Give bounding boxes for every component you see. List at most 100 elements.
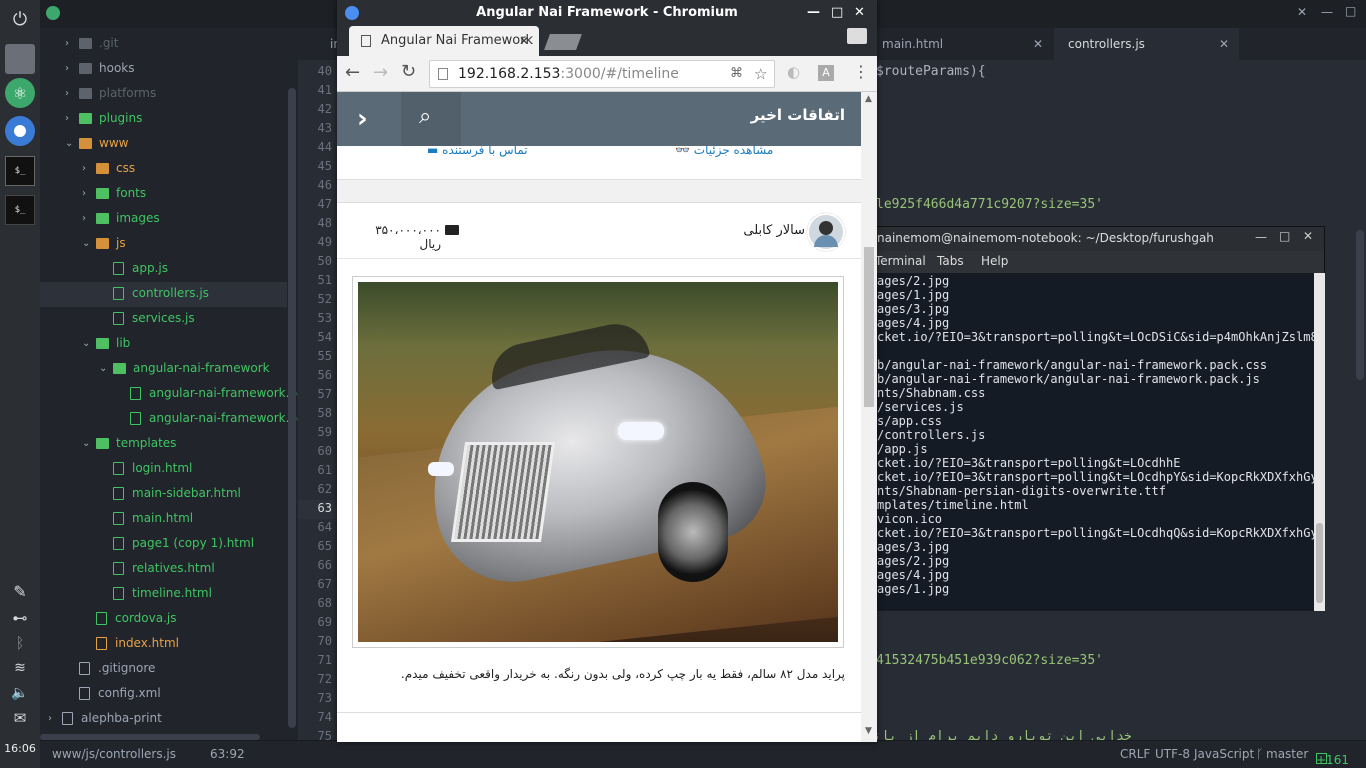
status-file-path[interactable]: www/js/controllers.js (52, 747, 176, 761)
tree-item[interactable]: index.html (82, 631, 179, 656)
mail-icon[interactable]: ✉ (5, 703, 35, 733)
new-tab-button[interactable] (544, 34, 582, 50)
tree-item[interactable]: controllers.js (99, 281, 209, 306)
scroll-down-icon[interactable]: ▼ (865, 726, 872, 736)
extension-icon[interactable]: ◐ (787, 63, 800, 81)
extension2-icon[interactable]: A (818, 65, 834, 81)
tree-arrow-icon[interactable]: ⌄ (99, 356, 113, 381)
scroll-thumb[interactable] (864, 247, 874, 407)
tree-arrow-icon[interactable]: ⌄ (82, 331, 96, 356)
terminal-scrollbar[interactable] (1314, 273, 1325, 611)
terminal-close-icon[interactable]: ✕ (1303, 229, 1313, 243)
tree-item[interactable]: services.js (99, 306, 195, 331)
tree-item[interactable]: config.xml (65, 681, 161, 706)
terminal-app-icon[interactable]: $_ (5, 156, 35, 186)
translate-icon[interactable]: ⌘ (730, 61, 743, 87)
tree-item[interactable]: ⌄ angular-nai-framework (99, 356, 270, 381)
tree-arrow-icon[interactable]: ⌄ (65, 131, 79, 156)
editor-tab-main-html[interactable]: main.html ✕ (868, 28, 1053, 60)
atom-app-icon[interactable]: ⚛ (5, 78, 35, 108)
menu-help[interactable]: Help (981, 254, 1008, 268)
page-scrollbar[interactable]: ▲ ▼ (861, 92, 877, 742)
status-grammar[interactable]: JavaScript (1194, 747, 1254, 761)
view-details-link[interactable]: مشاهده جزئیات 👓 (675, 146, 773, 157)
tree-arrow-icon[interactable]: › (65, 106, 79, 131)
tree-item[interactable]: › .git (65, 31, 118, 56)
terminal-minimize-icon[interactable]: — (1255, 230, 1267, 244)
browser-close-icon[interactable]: ✕ (854, 0, 865, 26)
tree-item[interactable]: › images (82, 206, 160, 231)
tree-item[interactable]: ⌄ js (82, 231, 126, 256)
tree-arrow-icon[interactable]: › (65, 31, 79, 56)
forward-icon[interactable]: → (373, 62, 388, 83)
tree-item[interactable]: › fonts (82, 181, 146, 206)
minimize2-icon[interactable]: — (1321, 5, 1333, 19)
notes-icon[interactable]: ✎ (5, 576, 35, 606)
tree-arrow-icon[interactable]: › (82, 181, 96, 206)
tab-close-icon[interactable]: ✕ (1033, 28, 1043, 60)
status-branch[interactable]: master (1266, 747, 1308, 761)
tree-item[interactable]: app.js (99, 256, 168, 281)
tree-item[interactable]: main-sidebar.html (99, 481, 241, 506)
tree-item[interactable]: .gitignore (65, 656, 155, 681)
bookmark-star-icon[interactable]: ☆ (754, 61, 767, 87)
address-bar[interactable]: 192.168.2.153:3000/#/timeline ⌘ ☆ (429, 60, 775, 88)
tab-close-icon[interactable]: ✕ (1219, 28, 1229, 60)
tree-arrow-icon[interactable]: ⌄ (82, 431, 96, 456)
tree-item[interactable]: page1 (copy 1).html (99, 531, 254, 556)
status-encoding[interactable]: UTF-8 (1155, 747, 1190, 761)
tree-item[interactable]: ⌄ lib (82, 331, 130, 356)
tree-item[interactable]: angular-nai-framework.pack.js (116, 406, 298, 431)
back-icon[interactable]: ← (345, 62, 360, 83)
tree-item[interactable]: › hooks (65, 56, 135, 81)
post-car-photo[interactable] (358, 282, 838, 642)
page-info-icon[interactable] (438, 68, 448, 80)
minimize-icon[interactable]: ✕ (1297, 5, 1307, 19)
back-chevron-icon[interactable]: › (357, 104, 368, 134)
chromium-app-icon[interactable] (5, 116, 35, 146)
terminal2-app-icon[interactable]: $_ (5, 195, 35, 225)
reload-icon[interactable]: ↻ (401, 61, 416, 82)
power-icon[interactable]: ⏻ (5, 4, 35, 34)
tree-item[interactable]: main.html (99, 506, 193, 531)
tree-arrow-icon[interactable]: › (65, 56, 79, 81)
tree-item[interactable]: ⌄ templates (82, 431, 176, 456)
timeline-feed[interactable]: تماس با فرستنده ▬ مشاهده جزئیات 👓 سالار … (337, 146, 861, 740)
status-cursor[interactable]: 63:92 (210, 747, 245, 761)
contact-sender-link[interactable]: تماس با فرستنده ▬ (427, 146, 528, 157)
tree-arrow-icon[interactable]: › (48, 706, 62, 731)
scroll-up-icon[interactable]: ▲ (865, 94, 872, 104)
menu-tabs[interactable]: Tabs (937, 254, 964, 268)
browser-tab[interactable]: Angular Nai Framework ✕ (349, 26, 539, 56)
browser-tab-close-icon[interactable]: ✕ (519, 26, 529, 56)
editor-tab-controllers-js[interactable]: controllers.js ✕ (1054, 28, 1239, 60)
tree-arrow-icon[interactable]: › (82, 156, 96, 181)
terminal-maximize-icon[interactable]: □ (1279, 229, 1290, 243)
tree-item[interactable]: › plugins (65, 106, 142, 131)
status-eol[interactable]: CRLF (1120, 747, 1150, 761)
tree-item[interactable]: › css (82, 156, 135, 181)
menu-dots-icon[interactable]: ⋮ (853, 62, 869, 81)
tree-item[interactable]: ⌄ www (65, 131, 128, 156)
profile-icon[interactable] (847, 28, 867, 44)
tree-item[interactable]: › platforms (65, 81, 156, 106)
author-name[interactable]: سالار کابلی (743, 223, 805, 238)
browser-maximize-icon[interactable]: □ (831, 0, 843, 26)
tree-item[interactable]: › alephba-print (48, 706, 162, 731)
tree-scrollbar[interactable] (288, 88, 296, 728)
search-button[interactable]: ⌕ (401, 92, 461, 146)
avatar[interactable] (807, 213, 845, 251)
files-app-icon[interactable] (5, 44, 35, 74)
tree-item[interactable]: timeline.html (99, 581, 212, 606)
editor-scrollbar[interactable] (1356, 230, 1364, 380)
tree-item[interactable]: angular-nai-framework.pack.css (116, 381, 298, 406)
tree-arrow-icon[interactable]: › (65, 81, 79, 106)
tree-item[interactable]: relatives.html (99, 556, 215, 581)
terminal-output[interactable]: ages/2.jpg ages/1.jpg ages/3.jpg ages/4.jpg… (867, 273, 1314, 611)
tree-item[interactable]: cordova.js (82, 606, 176, 631)
tree-item[interactable]: login.html (99, 456, 192, 481)
tree-arrow-icon[interactable]: ⌄ (82, 231, 96, 256)
menu-terminal[interactable]: Terminal (875, 254, 926, 268)
browser-minimize-icon[interactable]: — (807, 0, 820, 26)
maximize-icon[interactable]: □ (1345, 4, 1356, 18)
